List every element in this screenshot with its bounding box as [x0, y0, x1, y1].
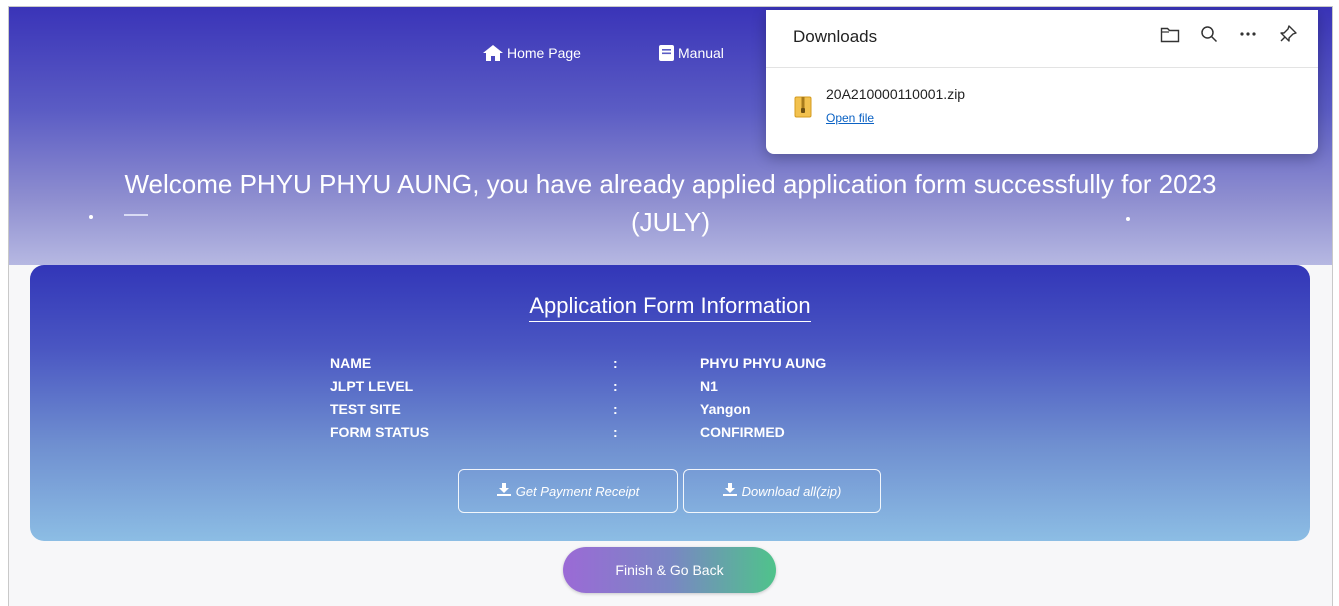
- downloads-toolbar: [1160, 24, 1298, 49]
- finish-go-back-button[interactable]: Finish & Go Back: [563, 547, 776, 593]
- info-colon: :: [613, 355, 618, 371]
- info-value: N1: [700, 378, 718, 394]
- nav-manual-label: Manual: [678, 45, 724, 61]
- book-icon: [659, 45, 674, 61]
- info-row-status: FORM STATUS : CONFIRMED: [30, 424, 1310, 446]
- search-icon[interactable]: [1200, 25, 1218, 48]
- info-value: CONFIRMED: [700, 424, 785, 440]
- home-icon: [483, 45, 503, 61]
- open-file-link[interactable]: Open file: [826, 111, 874, 125]
- info-colon: :: [613, 401, 618, 417]
- info-value: PHYU PHYU AUNG: [700, 355, 827, 371]
- welcome-line-2: (JULY): [631, 207, 710, 237]
- welcome-message: Welcome PHYU PHYU AUNG, you have already…: [19, 165, 1322, 241]
- zip-file-icon: [794, 96, 812, 123]
- downloads-title: Downloads: [793, 27, 878, 46]
- info-row-site: TEST SITE : Yangon: [30, 401, 1310, 423]
- more-icon[interactable]: [1238, 25, 1258, 48]
- decor-dash: [124, 214, 148, 216]
- info-row-level: JLPT LEVEL : N1: [30, 378, 1310, 400]
- download-icon: [722, 483, 737, 499]
- folder-icon[interactable]: [1160, 25, 1180, 48]
- receipt-button-label: Get Payment Receipt: [515, 483, 640, 499]
- info-colon: :: [613, 378, 618, 394]
- card-title: Application Form Information: [30, 293, 1310, 322]
- info-label: JLPT LEVEL: [330, 378, 414, 394]
- nav-manual-link[interactable]: Manual: [659, 45, 724, 61]
- download-all-zip-button[interactable]: Download all(zip): [683, 469, 881, 513]
- downloads-panel: Downloads 20A210000110001.zip Open file: [766, 10, 1318, 154]
- info-colon: :: [613, 424, 618, 440]
- download-icon: [496, 483, 511, 499]
- info-label: FORM STATUS: [330, 424, 430, 440]
- get-payment-receipt-button[interactable]: Get Payment Receipt: [458, 469, 678, 513]
- page-frame: Home Page Manual Welcome PHYU PHYU AUNG,…: [8, 6, 1333, 606]
- info-label: TEST SITE: [330, 401, 401, 417]
- decor-dot: [89, 215, 93, 219]
- info-value: Yangon: [700, 401, 751, 417]
- welcome-line-1: Welcome PHYU PHYU AUNG, you have already…: [124, 169, 1217, 199]
- nav-home-link[interactable]: Home Page: [483, 45, 581, 61]
- info-label: NAME: [330, 355, 372, 371]
- downloads-divider: [766, 67, 1318, 68]
- nav-home-label: Home Page: [507, 45, 581, 61]
- download-file-name[interactable]: 20A210000110001.zip: [826, 86, 965, 102]
- decor-dot: [1126, 217, 1130, 221]
- info-row-name: NAME : PHYU PHYU AUNG: [30, 355, 1310, 377]
- application-info-card: Application Form Information NAME : PHYU…: [30, 265, 1310, 541]
- zip-button-label: Download all(zip): [741, 483, 842, 499]
- pin-icon[interactable]: [1278, 24, 1298, 49]
